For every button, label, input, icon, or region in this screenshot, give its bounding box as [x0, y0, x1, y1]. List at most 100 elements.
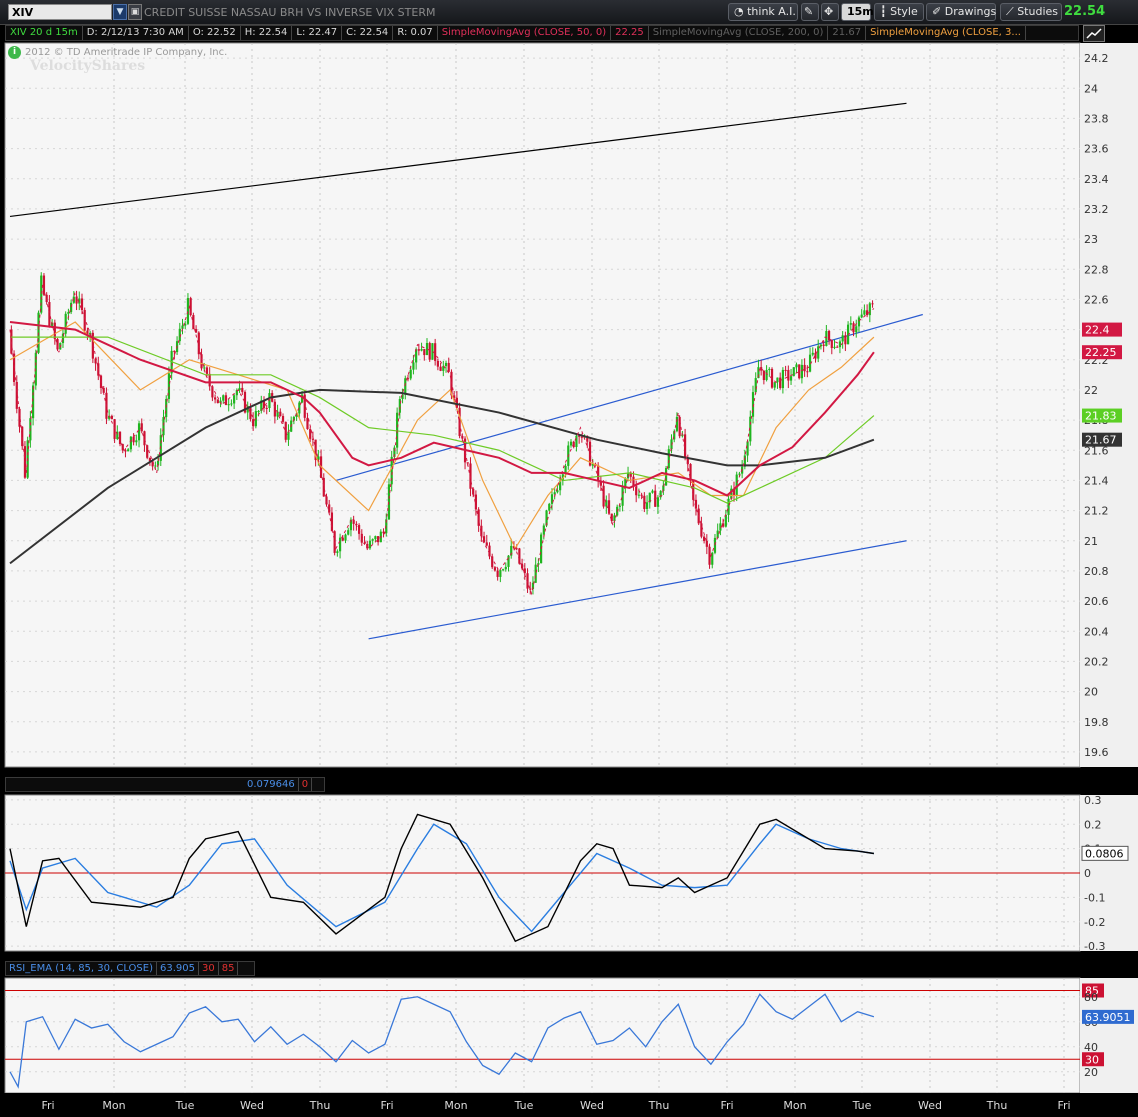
- day-label: Tue: [175, 1099, 195, 1112]
- candle-body: [186, 298, 190, 324]
- candle-body: [18, 408, 21, 427]
- candle-body: [569, 441, 573, 446]
- rsi-low-level: 30: [199, 962, 219, 975]
- candle-body: [80, 298, 84, 311]
- candle-body: [347, 530, 350, 535]
- rsi-high-level: 85: [219, 962, 239, 975]
- candle-body: [825, 331, 828, 346]
- candle-body: [396, 412, 399, 448]
- candle-body: [667, 449, 670, 469]
- candle-body: [330, 512, 334, 532]
- price-tick-label: 20.2: [1084, 655, 1109, 668]
- candle-body: [866, 310, 869, 316]
- price-tick-label: 23.2: [1084, 203, 1109, 216]
- day-label: Mon: [102, 1099, 125, 1112]
- price-tick-label: 23.4: [1084, 173, 1109, 186]
- candle-body: [838, 341, 842, 348]
- candle-body: [621, 486, 624, 506]
- candle-body: [257, 410, 260, 412]
- candle-body: [281, 416, 285, 422]
- price-tick-label: 21: [1084, 535, 1098, 548]
- candle-body: [499, 570, 502, 577]
- rsi-name[interactable]: RSI_EMA (14, 85, 30, CLOSE): [6, 962, 157, 975]
- price-tick-label: 20.8: [1084, 565, 1109, 578]
- chart-canvas: 19.6 19.8 20 20.2 20.4 20.6 20.8 21 21.2 21.4 21.6…: [0, 42, 1138, 1117]
- candle-body: [493, 567, 497, 571]
- price-tick-label: 23.6: [1084, 143, 1109, 156]
- candle-body: [238, 387, 241, 391]
- candle-body: [784, 369, 787, 371]
- rsi-panel[interactable]: [4, 977, 1081, 1094]
- candle-body: [208, 373, 211, 387]
- candle-body: [795, 364, 798, 368]
- candle-body: [110, 415, 113, 420]
- candle-body: [227, 404, 230, 406]
- candle-body: [504, 566, 507, 570]
- candle-body: [336, 551, 339, 553]
- candle-body: [800, 364, 804, 379]
- rsi-current-label: 63.9051: [1085, 1011, 1131, 1024]
- candle-body: [548, 503, 551, 511]
- candle-body: [523, 568, 526, 574]
- rsi-tick-label: 20: [1084, 1066, 1098, 1079]
- candle-body: [466, 462, 469, 464]
- candle-body: [444, 362, 448, 367]
- rsi-level-label: 30: [1085, 1053, 1099, 1066]
- price-tick-label: 21.2: [1084, 505, 1109, 518]
- candle-body: [200, 354, 203, 369]
- price-tag-label: 21.67: [1085, 434, 1117, 447]
- candle-body: [40, 275, 43, 313]
- candle-body: [727, 498, 730, 515]
- candle-body: [252, 419, 255, 427]
- candle-body: [143, 431, 146, 446]
- candle-body: [827, 331, 831, 341]
- day-label: Thu: [986, 1099, 1008, 1112]
- day-label: Tue: [514, 1099, 534, 1112]
- day-label: Wed: [580, 1099, 604, 1112]
- candle-body: [814, 352, 817, 359]
- candle-body: [284, 421, 287, 440]
- candle-body: [651, 490, 654, 493]
- candle-body: [613, 515, 616, 522]
- day-label: Wed: [240, 1099, 264, 1112]
- rsi-info: RSI_EMA (14, 85, 30, CLOSE) 63.905 30 85: [5, 961, 255, 976]
- candle-body: [798, 364, 801, 379]
- day-label: Fri: [41, 1099, 54, 1112]
- candle-body: [203, 367, 206, 369]
- candle-body: [420, 349, 423, 351]
- candle-body: [762, 370, 765, 381]
- candle-body: [678, 416, 681, 437]
- candle-body: [507, 555, 510, 567]
- osc-tick-label: -0.1: [1084, 891, 1105, 904]
- osc-tick-label: -0.2: [1084, 916, 1105, 929]
- candle-body: [768, 368, 771, 370]
- price-tick-label: 24.2: [1084, 52, 1109, 65]
- candle-body: [656, 497, 660, 507]
- oscillator-value: 0.079646: [244, 778, 299, 791]
- candle-body: [127, 449, 130, 452]
- candle-body: [857, 317, 861, 327]
- candle-body: [458, 407, 461, 437]
- candle-body: [713, 537, 717, 553]
- info-icon[interactable]: i: [8, 46, 21, 59]
- candle-body: [863, 310, 866, 315]
- candle-body: [124, 450, 127, 452]
- candle-body: [344, 534, 347, 541]
- day-label: Tue: [852, 1099, 872, 1112]
- price-tick-label: 20.4: [1084, 625, 1109, 638]
- oscillator-info: 0.079646 0: [5, 777, 325, 792]
- candle-body: [214, 397, 217, 400]
- candle-body: [871, 303, 874, 305]
- time-axis[interactable]: [0, 1093, 1138, 1117]
- price-tick-label: 20: [1084, 686, 1098, 699]
- osc-tick-label: 0: [1084, 867, 1091, 880]
- candle-body: [287, 431, 290, 440]
- candle-body: [787, 369, 790, 381]
- candle-body: [833, 346, 836, 349]
- price-tick-label: 23: [1084, 233, 1098, 246]
- candle-body: [241, 387, 244, 392]
- day-label: Fri: [720, 1099, 733, 1112]
- candle-body: [689, 464, 692, 481]
- price-tick-label: 19.6: [1084, 746, 1109, 759]
- candle-body: [368, 540, 372, 549]
